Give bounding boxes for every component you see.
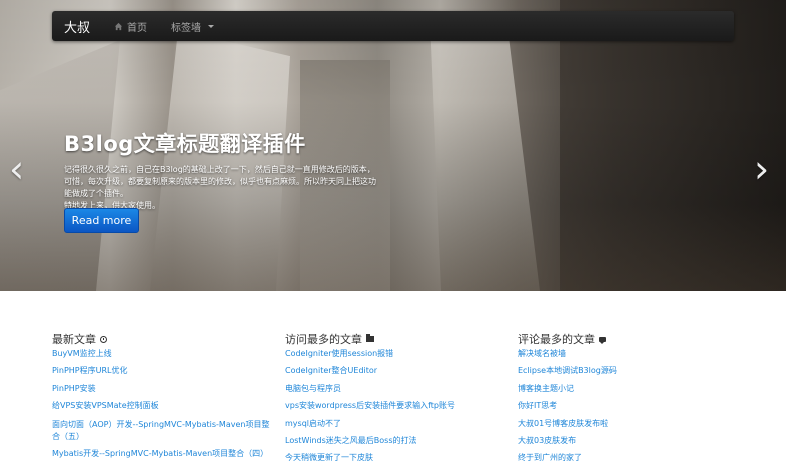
navbar: 大叔 首页 标签墙 [52, 11, 734, 41]
list-item[interactable]: 终于到广州的家了 [518, 453, 617, 462]
description-line: 记得很久很久之前，自己在B3log的基础上改了一下，然后自己就一直用修改后的版本… [64, 165, 375, 174]
nav-item-home[interactable]: 首页 [114, 19, 147, 34]
list-item[interactable]: PinPHP安装 [52, 384, 277, 393]
carousel-caption: B3log文章标题翻译插件 记得很久很久之前，自己在B3log的基础上改了一下，… [64, 128, 386, 212]
list-item[interactable]: 今天稍微更新了一下皮肤 [285, 453, 455, 462]
list-item[interactable]: 面向切面（AOP）开发--SpringMVC-Mybatis-Maven项目整合… [52, 419, 277, 443]
latest-articles-heading: 最新文章 [52, 333, 96, 346]
section-heading: 最新文章 [52, 331, 107, 347]
list-item[interactable]: CodeIgniter整合UEditor [285, 366, 455, 375]
nav-item-label: 首页 [127, 22, 148, 34]
carousel-title[interactable]: B3log文章标题翻译插件 [64, 128, 386, 158]
chevron-down-icon [208, 24, 215, 28]
list-item[interactable]: 电脑包与程序员 [285, 384, 455, 393]
home-icon [114, 22, 123, 30]
folder-icon [366, 334, 374, 342]
carousel-prev-button[interactable]: ‹ [9, 150, 24, 188]
most-commented-heading: 评论最多的文章 [518, 333, 595, 346]
list-item[interactable]: BuyVM监控上线 [52, 349, 277, 358]
description-line: 可惜，每次升级，都要复制原来的版本里的修改，似乎也有点麻烦。所以昨天同上把这功 [64, 177, 376, 186]
carousel-description: 记得很久很久之前，自己在B3log的基础上改了一下，然后自己就一直用修改后的版本… [64, 164, 386, 212]
list-item[interactable]: CodeIgniter使用session报错 [285, 349, 455, 358]
site-brand[interactable]: 大叔 [64, 17, 90, 36]
comment-icon [599, 336, 606, 344]
list-item[interactable]: 博客换主题小记 [518, 384, 617, 393]
carousel: 大叔 首页 标签墙 ‹ › B3log文章标题翻译插件 记得很久很久之前，自己在… [0, 0, 786, 291]
list-item[interactable]: PinPHP程序URL优化 [52, 366, 277, 375]
read-more-button[interactable]: Read more [64, 208, 139, 233]
list-item[interactable]: Mybatis开发--SpringMVC-Mybatis-Maven项目整合（四… [52, 449, 277, 458]
clock-icon [100, 335, 107, 343]
list-item[interactable]: LostWinds迷失之风最后Boss的打法 [285, 436, 455, 445]
article-lists: 最新文章 BuyVM监控上线 PinPHP程序URL优化 PinPHP安装 给V… [0, 291, 786, 468]
nav-item-label: 标签墙 [171, 22, 202, 34]
list-item[interactable]: 解决域名被墙 [518, 349, 617, 358]
list-item[interactable]: 给VPS安装VPSMate控制面板 [52, 401, 277, 410]
section-heading: 评论最多的文章 [518, 331, 606, 347]
list-item[interactable]: 大叔01号博客皮肤发布啦 [518, 419, 617, 428]
most-visited-heading: 访问最多的文章 [285, 333, 362, 346]
list-item[interactable]: 大叔03皮肤发布 [518, 436, 617, 445]
carousel-next-button[interactable]: › [754, 150, 769, 188]
nav-item-tags[interactable]: 标签墙 [171, 19, 215, 34]
description-line: 能做成了个插件。 [64, 189, 128, 198]
list-item[interactable]: mysql启动不了 [285, 419, 455, 428]
list-item[interactable]: Eclipse本地调试B3log源码 [518, 366, 617, 375]
most-visited-list: CodeIgniter使用session报错 CodeIgniter整合UEdi… [285, 349, 455, 471]
section-heading: 访问最多的文章 [285, 331, 374, 347]
list-item[interactable]: 你好IT思考 [518, 401, 617, 410]
most-commented-list: 解决域名被墙 Eclipse本地调试B3log源码 博客换主题小记 你好IT思考… [518, 349, 617, 471]
latest-articles-list: BuyVM监控上线 PinPHP程序URL优化 PinPHP安装 给VPS安装V… [52, 349, 277, 466]
list-item[interactable]: vps安装wordpress后安装插件要求输入ftp账号 [285, 401, 455, 410]
